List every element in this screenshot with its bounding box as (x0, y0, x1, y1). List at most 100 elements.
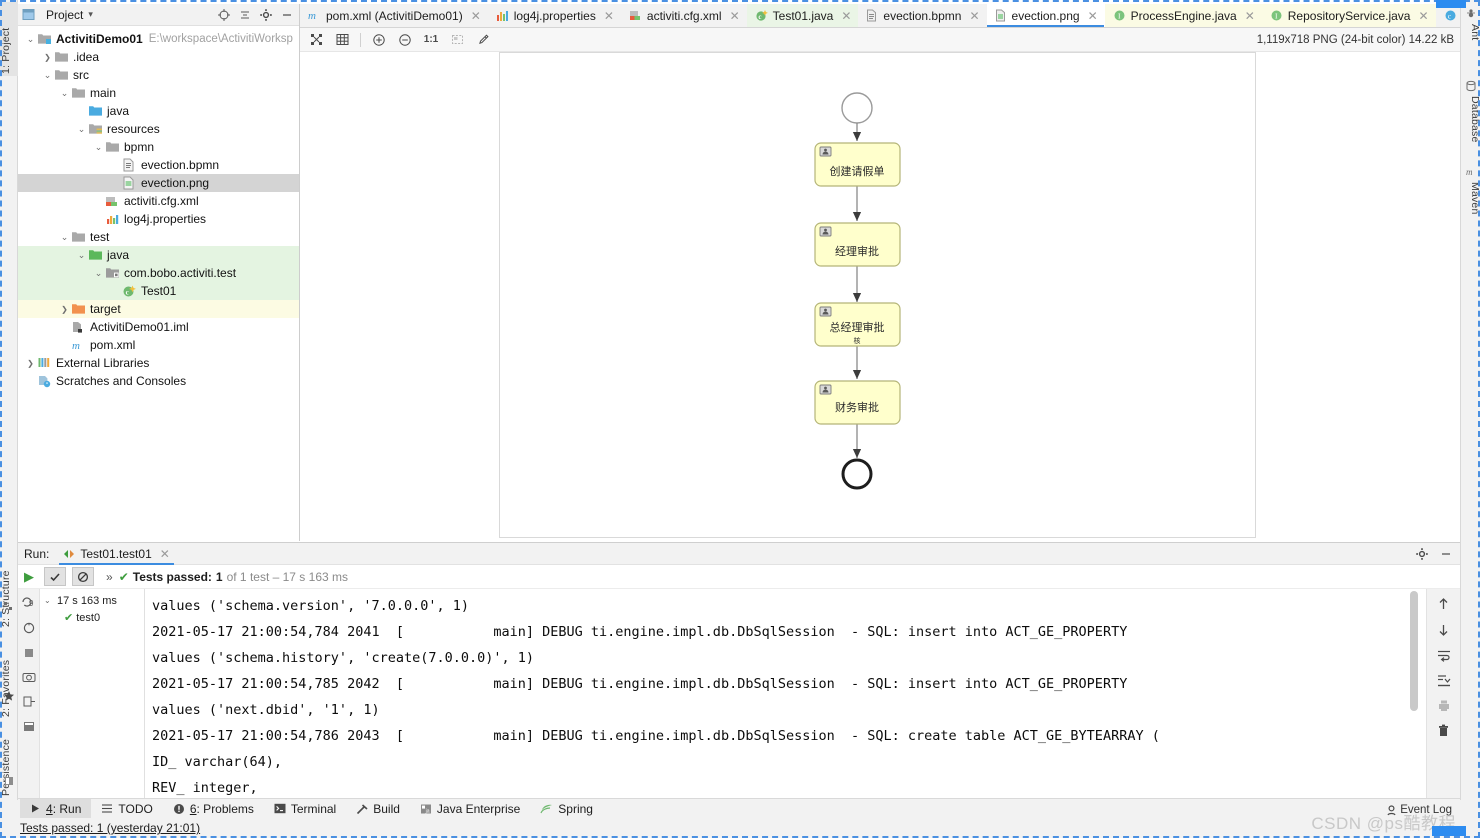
show-passed-toggle[interactable] (44, 567, 66, 586)
tree-node-target[interactable]: ❯ target (18, 300, 299, 318)
close-tab-icon[interactable]: ✕ (1418, 9, 1428, 23)
tree-node-external-libraries[interactable]: ❯ External Libraries (18, 354, 299, 372)
stop-icon[interactable] (23, 647, 35, 659)
chevron-down-icon[interactable]: ▾ (88, 9, 93, 20)
gear-icon[interactable] (1414, 546, 1430, 562)
editor-tab-pom-xml-activitidemo01-[interactable]: m pom.xml (ActivitiDemo01) ✕ (300, 4, 488, 27)
scroll-up-icon[interactable] (1437, 597, 1450, 611)
print-icon[interactable] (1437, 699, 1451, 712)
tree-node-test01[interactable]: c Test01 (18, 282, 299, 300)
expand-arrow-icon[interactable]: ❯ (41, 53, 54, 62)
toggle-grid-icon[interactable] (330, 30, 354, 50)
close-tab-icon[interactable]: ✕ (471, 9, 481, 23)
scroll-down-icon[interactable] (1437, 623, 1450, 637)
scroll-to-end-icon[interactable] (1437, 674, 1451, 687)
rerun-button[interactable]: ▶ (24, 569, 34, 585)
close-tab-icon[interactable]: ✕ (969, 9, 979, 23)
tree-node-scratches-and-consoles[interactable]: Scratches and Consoles (18, 372, 299, 390)
zoom-out-icon[interactable] (393, 30, 417, 50)
editor-tab-activiti-cfg-xml[interactable]: activiti.cfg.xml ✕ (621, 4, 747, 27)
expand-arrow-icon[interactable]: ❯ (24, 359, 37, 368)
sidebar-item-maven[interactable]: Maven (1463, 182, 1480, 230)
tree-node-main[interactable]: ⌄ main (18, 84, 299, 102)
sidebar-item-database[interactable]: Database (1463, 96, 1480, 158)
export-icon[interactable] (22, 695, 36, 708)
collapse-arrow-icon[interactable]: ⌄ (44, 596, 54, 605)
editor-tab-log4j-properties[interactable]: log4j.properties ✕ (488, 4, 621, 27)
clear-all-icon[interactable] (1437, 724, 1450, 738)
collapse-arrow-icon[interactable]: ⌄ (75, 250, 88, 261)
tree-node-java[interactable]: java (18, 102, 299, 120)
run-config-tab[interactable]: Test01.test01 ✕ (57, 543, 175, 565)
editor-tab-processengine-java[interactable]: I ProcessEngine.java ✕ (1104, 4, 1262, 27)
tree-node-resources[interactable]: ⌄ resources (18, 120, 299, 138)
close-tab-icon[interactable]: ✕ (1245, 9, 1255, 23)
tree-node-com-bobo-activiti-test[interactable]: ⌄ com.bobo.activiti.test (18, 264, 299, 282)
editor-tab-evection-png[interactable]: evection.png ✕ (986, 4, 1105, 27)
camera-icon[interactable] (22, 671, 36, 683)
statusbar-item-java-enterprise[interactable]: ja Java Enterprise (410, 799, 530, 819)
run-settings-icon[interactable] (22, 720, 36, 733)
console-output[interactable]: values ('schema.version', '7.0.0.0', 1) 2… (146, 589, 1410, 798)
console-scrollbar[interactable] (1410, 591, 1418, 711)
collapse-arrow-icon[interactable]: ⌄ (24, 34, 37, 45)
zoom-in-icon[interactable] (367, 30, 391, 50)
tree-node-evection-png[interactable]: evection.png (18, 174, 299, 192)
soft-wrap-icon[interactable] (1437, 649, 1451, 662)
color-picker-icon[interactable] (471, 30, 495, 50)
editor-tab-bar[interactable]: m pom.xml (ActivitiDemo01) ✕ log4j.properti… (300, 4, 1460, 28)
collapse-arrow-icon[interactable]: ⌄ (92, 142, 105, 153)
test-tree-row[interactable]: ⌄ 17 s 163 ms (40, 592, 144, 609)
statusbar-item-build[interactable]: Build (346, 799, 410, 819)
sidebar-item-favorites[interactable]: 2: Favorites (0, 637, 18, 717)
statusbar-item-spring[interactable]: Spring (530, 799, 603, 819)
close-tab-icon[interactable]: ✕ (1088, 9, 1098, 23)
tree-node--idea[interactable]: ❯ .idea (18, 48, 299, 66)
collapse-all-icon[interactable] (237, 7, 253, 23)
sidebar-item-ant[interactable]: Ant (1463, 24, 1480, 58)
close-tab-icon[interactable]: ✕ (604, 9, 614, 23)
statusbar-item-terminal[interactable]: Terminal (264, 799, 346, 819)
rerun-failed-icon[interactable]: 9 (21, 595, 36, 609)
expand-results-icon[interactable]: » (106, 570, 113, 584)
sidebar-item-project[interactable]: 1: Project (0, 2, 18, 76)
toggle-transparency-icon[interactable] (445, 30, 469, 50)
toggle-auto-test-icon[interactable] (22, 621, 36, 635)
hide-panel-icon[interactable] (1438, 546, 1454, 562)
hide-panel-icon[interactable] (279, 7, 295, 23)
close-tab-icon[interactable]: ✕ (841, 9, 851, 23)
bottom-status-bar[interactable]: 4: Run TODO 6: Problems Terminal Build ja Java… (0, 798, 1480, 819)
collapse-arrow-icon[interactable]: ⌄ (58, 232, 71, 243)
tree-node-log4j-properties[interactable]: log4j.properties (18, 210, 299, 228)
statusbar-item-6-problems[interactable]: 6: Problems (163, 799, 264, 819)
tree-node-src[interactable]: ⌄ src (18, 66, 299, 84)
statusbar-item-todo[interactable]: TODO (91, 799, 162, 819)
fit-content-icon[interactable] (304, 30, 328, 50)
tree-node-activitidemo01[interactable]: ⌄ ActivitiDemo01 E:\workspace\ActivitiWork… (18, 30, 299, 48)
editor-tab-repositoryservice-java[interactable]: I RepositoryService.java ✕ (1261, 4, 1436, 27)
collapse-arrow-icon[interactable]: ⌄ (41, 70, 54, 81)
tree-node-activitidemo01-iml[interactable]: ActivitiDemo01.iml (18, 318, 299, 336)
expand-arrow-icon[interactable]: ❯ (58, 305, 71, 314)
tests-results-tree[interactable]: ⌄ 17 s 163 ms ✔ test0 (40, 589, 145, 798)
tree-node-evection-bpmn[interactable]: evection.bpmn (18, 156, 299, 174)
sidebar-item-structure[interactable]: 2: Structure (0, 545, 18, 627)
project-tree[interactable]: ⌄ ActivitiDemo01 E:\workspace\ActivitiWork… (18, 26, 299, 390)
tree-node-activiti-cfg-xml[interactable]: activiti.cfg.xml (18, 192, 299, 210)
editor-tab-evection-bpmn[interactable]: evection.bpmn ✕ (858, 4, 986, 27)
close-icon[interactable]: ✕ (160, 547, 170, 561)
show-ignored-toggle[interactable] (72, 567, 94, 586)
gear-icon[interactable] (258, 7, 274, 23)
tree-node-bpmn[interactable]: ⌄ bpmn (18, 138, 299, 156)
collapse-arrow-icon[interactable]: ⌄ (92, 268, 105, 279)
test-tree-row[interactable]: ✔ test0 (40, 609, 144, 626)
statusbar-item-4-run[interactable]: 4: Run (20, 798, 92, 819)
tree-node-pom-xml[interactable]: m pom.xml (18, 336, 299, 354)
tree-node-test[interactable]: ⌄ test (18, 228, 299, 246)
collapse-arrow-icon[interactable]: ⌄ (58, 88, 71, 99)
editor-tab-test01-java[interactable]: c Test01.java ✕ (746, 4, 859, 27)
actual-size-icon[interactable]: 1:1 (419, 30, 443, 50)
image-canvas[interactable]: 创建请假单 经理审批 总经理审批 核 财务审批 (499, 52, 1256, 538)
locate-file-icon[interactable] (216, 7, 232, 23)
close-tab-icon[interactable]: ✕ (730, 9, 740, 23)
